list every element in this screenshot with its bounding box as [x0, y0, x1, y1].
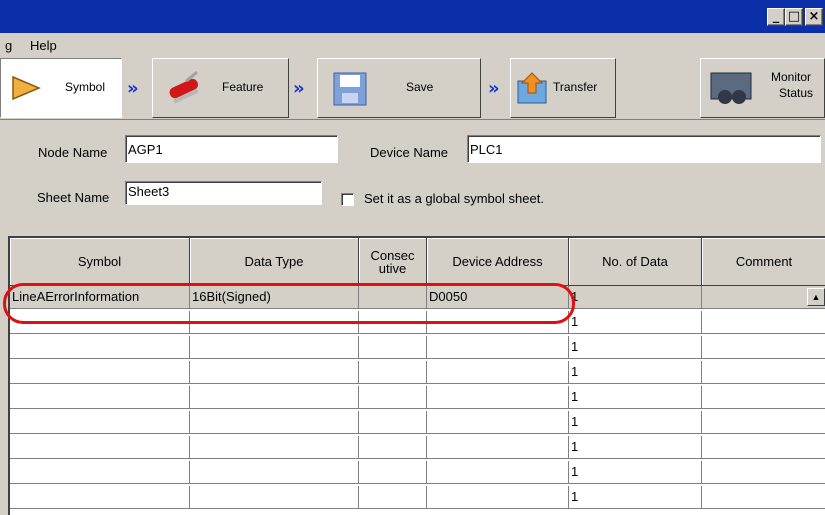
step-transfer-button[interactable]: Transfer: [510, 58, 616, 118]
cell-consecutive[interactable]: [359, 286, 427, 309]
close-icon[interactable]: ×: [805, 8, 823, 26]
symbol-sheet-form: Node Name AGP1 Device Name PLC1 Sheet Na…: [0, 121, 825, 236]
cell-data-type[interactable]: [190, 336, 359, 359]
cell-device-address[interactable]: [427, 336, 569, 359]
cell-comment[interactable]: [702, 411, 825, 434]
cell-symbol[interactable]: [10, 311, 190, 334]
step-feature-label: Feature: [222, 80, 264, 94]
cell-symbol[interactable]: LineAErrorInformation: [10, 286, 190, 309]
step-symbol-button[interactable]: Symbol: [0, 58, 122, 118]
step-feature-button[interactable]: Feature: [152, 58, 289, 118]
sheet-name-label: Sheet Name: [37, 190, 110, 205]
step-symbol-label: Symbol: [65, 80, 106, 94]
cell-symbol[interactable]: [10, 461, 190, 484]
step-monitor-label-line1: Monitor: [771, 70, 812, 84]
chevron-right-icon: »: [293, 78, 304, 99]
cell-comment[interactable]: [702, 361, 825, 384]
cell-no-of-data[interactable]: 1: [569, 436, 702, 459]
window-titlebar: _ □ ×: [0, 0, 825, 33]
binoculars-icon: [710, 72, 752, 104]
cell-consecutive[interactable]: [359, 486, 427, 509]
step-save-label: Save: [406, 80, 434, 94]
column-header-symbol[interactable]: Symbol: [10, 238, 190, 286]
cell-data-type[interactable]: 16Bit(Signed): [190, 286, 359, 309]
chevron-right-icon: »: [488, 78, 499, 99]
cell-data-type[interactable]: [190, 411, 359, 434]
cell-no-of-data[interactable]: 1: [569, 361, 702, 384]
cell-comment[interactable]: [702, 436, 825, 459]
cell-data-type[interactable]: [190, 386, 359, 409]
cell-comment[interactable]: [702, 386, 825, 409]
maximize-icon[interactable]: □: [785, 8, 803, 26]
column-header-comment[interactable]: Comment: [702, 238, 825, 286]
menu-item-partial[interactable]: g: [5, 38, 12, 53]
sheet-name-field[interactable]: Sheet3: [125, 181, 322, 205]
cell-consecutive[interactable]: [359, 386, 427, 409]
device-name-label: Device Name: [370, 145, 449, 160]
transfer-icon: [517, 72, 547, 104]
device-name-field[interactable]: PLC1: [467, 135, 821, 163]
cell-consecutive[interactable]: [359, 311, 427, 334]
cell-no-of-data[interactable]: 1: [569, 386, 702, 409]
cell-comment[interactable]: [702, 486, 825, 509]
symbol-table: Symbol Data Type Consec utive Device Add…: [8, 236, 825, 515]
menu-bar: g Help: [0, 33, 825, 58]
cell-device-address[interactable]: [427, 486, 569, 509]
cell-device-address[interactable]: [427, 386, 569, 409]
cell-symbol[interactable]: [10, 486, 190, 509]
pointer-icon: [12, 75, 41, 101]
column-header-consecutive[interactable]: Consec utive: [359, 238, 427, 286]
cell-no-of-data[interactable]: 1: [569, 486, 702, 509]
scroll-up-icon[interactable]: ▲: [807, 288, 825, 306]
cell-symbol[interactable]: [10, 361, 190, 384]
cell-device-address[interactable]: D0050: [427, 286, 569, 309]
cell-consecutive[interactable]: [359, 461, 427, 484]
cell-data-type[interactable]: [190, 311, 359, 334]
column-header-consecutive-line1: Consec: [370, 247, 415, 263]
cell-consecutive[interactable]: [359, 336, 427, 359]
column-header-data-type[interactable]: Data Type: [190, 238, 359, 286]
cell-device-address[interactable]: [427, 461, 569, 484]
column-header-device-address[interactable]: Device Address: [427, 238, 569, 286]
menu-item-help[interactable]: Help: [30, 38, 57, 53]
cell-comment[interactable]: [702, 336, 825, 359]
global-symbol-sheet-checkbox[interactable]: [341, 193, 354, 206]
cell-symbol[interactable]: [10, 386, 190, 409]
chevron-right-icon: »: [127, 78, 138, 99]
cell-no-of-data[interactable]: 1: [569, 411, 702, 434]
global-symbol-sheet-label: Set it as a global symbol sheet.: [364, 191, 544, 206]
swiss-knife-icon: [169, 70, 199, 104]
cell-comment[interactable]: [702, 311, 825, 334]
cell-no-of-data[interactable]: 1: [569, 311, 702, 334]
cell-device-address[interactable]: [427, 361, 569, 384]
cell-device-address[interactable]: [427, 436, 569, 459]
step-transfer-label: Transfer: [553, 80, 598, 94]
step-monitor-label-line2: Status: [779, 86, 814, 100]
node-name-label: Node Name: [38, 145, 108, 160]
column-header-consecutive-line2: utive: [378, 260, 407, 276]
cell-symbol[interactable]: [10, 336, 190, 359]
cell-symbol[interactable]: [10, 411, 190, 434]
cell-data-type[interactable]: [190, 486, 359, 509]
cell-consecutive[interactable]: [359, 361, 427, 384]
step-save-button[interactable]: Save: [317, 58, 481, 118]
cell-device-address[interactable]: [427, 411, 569, 434]
cell-comment[interactable]: [702, 461, 825, 484]
column-header-no-of-data[interactable]: No. of Data: [569, 238, 702, 286]
cell-data-type[interactable]: [190, 436, 359, 459]
cell-device-address[interactable]: [427, 311, 569, 334]
floppy-disk-icon: [333, 72, 367, 106]
node-name-field[interactable]: AGP1: [125, 135, 338, 163]
cell-data-type[interactable]: [190, 461, 359, 484]
cell-consecutive[interactable]: [359, 436, 427, 459]
cell-data-type[interactable]: [190, 361, 359, 384]
cell-symbol[interactable]: [10, 436, 190, 459]
cell-no-of-data[interactable]: 1: [569, 286, 702, 309]
cell-no-of-data[interactable]: 1: [569, 336, 702, 359]
minimize-icon[interactable]: _: [767, 8, 785, 26]
cell-no-of-data[interactable]: 1: [569, 461, 702, 484]
cell-consecutive[interactable]: [359, 411, 427, 434]
step-monitor-status-button[interactable]: Monitor Status: [700, 58, 825, 118]
step-toolbar: Symbol » Feature » Save » Transfer Monit…: [0, 58, 825, 120]
